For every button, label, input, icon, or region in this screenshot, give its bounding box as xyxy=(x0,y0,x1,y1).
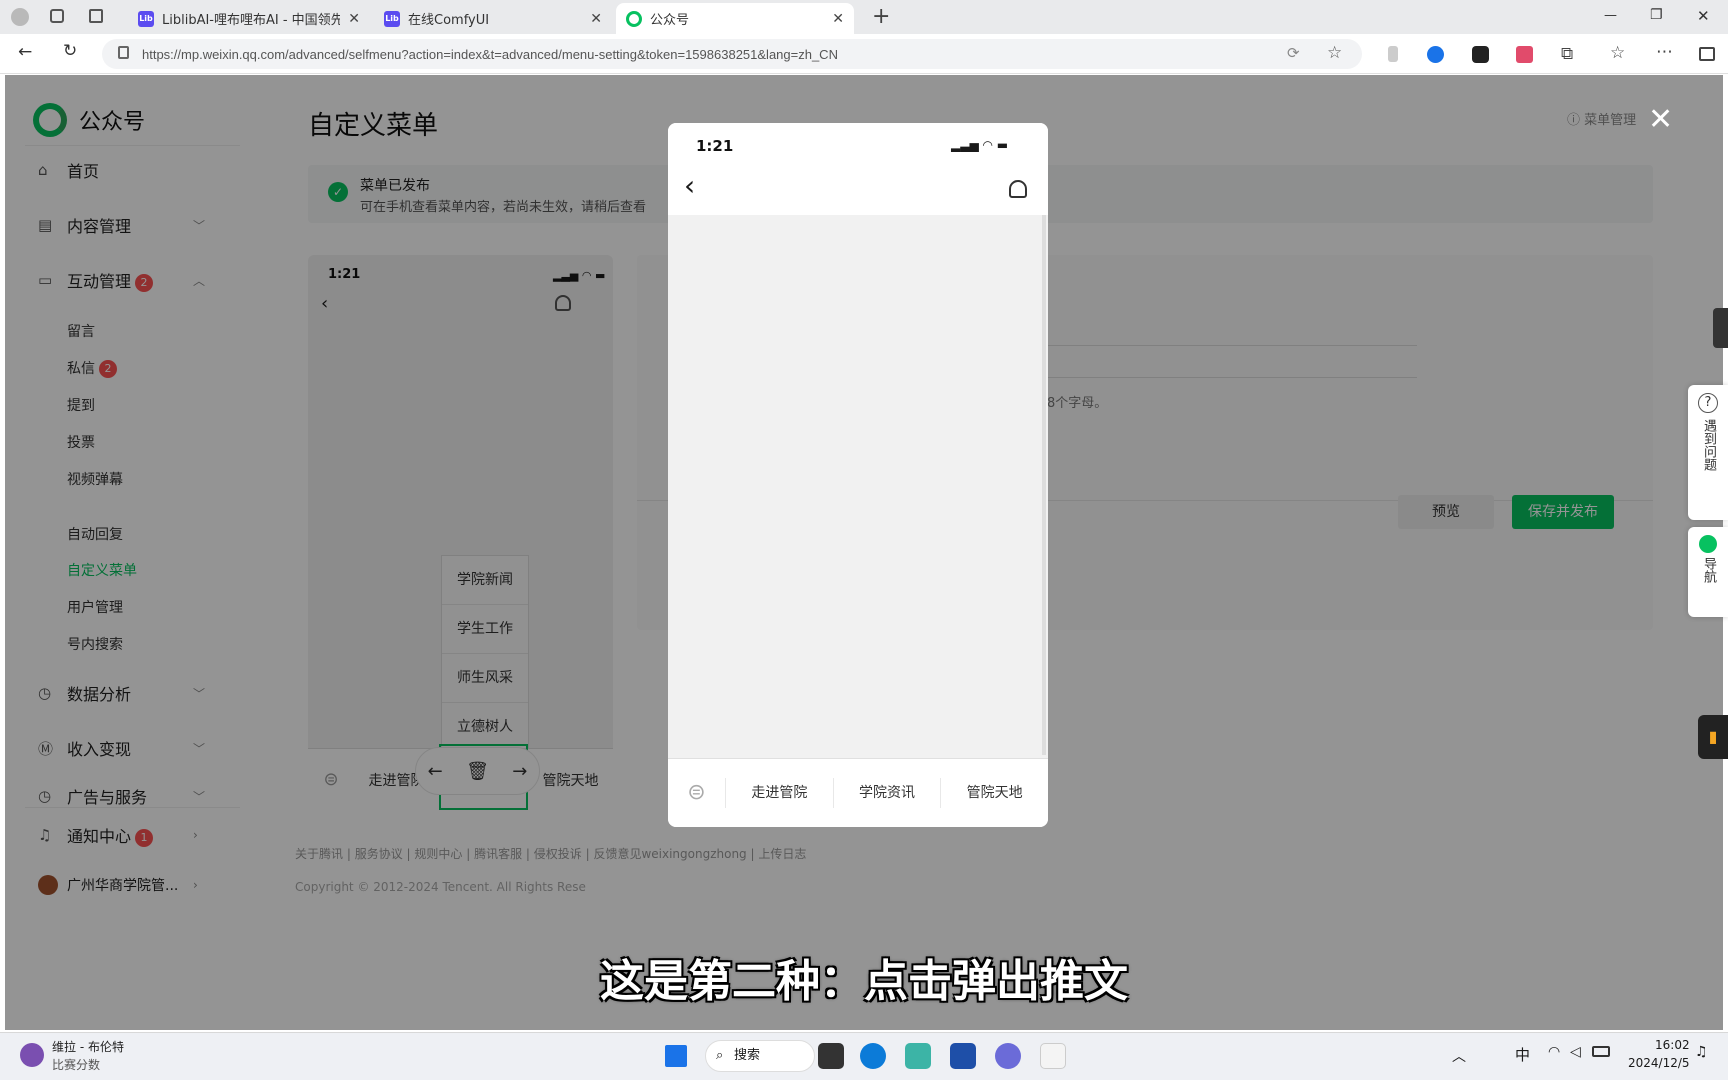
url-bar[interactable]: https://mp.weixin.qq.com/advanced/selfme… xyxy=(102,39,1362,69)
refresh-icon[interactable]: ↻ xyxy=(63,41,77,61)
extension-icon[interactable] xyxy=(1516,46,1533,63)
volume-icon[interactable]: ◁ xyxy=(1570,1044,1581,1060)
phone-preview-modal: 1:21 ▂▃▅ ◠ ▬ ‹ ⊜ 走进管院 学院资讯 管院天地 xyxy=(668,123,1048,827)
clock-date[interactable]: 2024/12/5 xyxy=(1628,1056,1690,1070)
store-icon[interactable] xyxy=(950,1043,976,1069)
extension-icon[interactable] xyxy=(1427,46,1444,63)
weather-line1[interactable]: 维拉 - 布伦特 xyxy=(52,1038,124,1055)
question-icon: ? xyxy=(1698,393,1718,413)
back-icon[interactable]: ← xyxy=(18,42,32,62)
menu-item[interactable]: 走进管院 xyxy=(726,778,834,808)
back-icon[interactable]: ‹ xyxy=(684,169,695,202)
nav-label: 导航 xyxy=(1701,557,1716,583)
menu-item[interactable]: 管院天地 xyxy=(941,778,1048,808)
tab-liblib[interactable]: Lib LiblibAI-哩布哩布AI - 中国领先的 ✕ xyxy=(128,3,370,34)
lock-icon[interactable] xyxy=(118,46,129,59)
phone-status-bar: 1:21 ▂▃▅ ◠ ▬ xyxy=(668,123,1048,163)
user-icon[interactable] xyxy=(1009,180,1027,198)
nav-widget[interactable]: 导航 xyxy=(1688,527,1728,617)
liblib-icon: Lib xyxy=(138,10,154,27)
notification-bell-icon[interactable]: ♫ xyxy=(1695,1044,1708,1060)
liblib-icon: Lib xyxy=(384,10,400,27)
search-icon: ⌕ xyxy=(716,1048,724,1063)
close-window-button[interactable]: ✕ xyxy=(1697,7,1710,25)
weather-icon[interactable] xyxy=(20,1043,44,1067)
menu-item[interactable]: 学院资讯 xyxy=(834,778,942,808)
help-label: 遇到问题 xyxy=(1701,419,1716,471)
start-icon[interactable] xyxy=(665,1045,687,1067)
phone-nav-bar: ‹ xyxy=(668,163,1048,215)
phone-menu-bar: ⊜ 走进管院 学院资讯 管院天地 xyxy=(668,758,1048,827)
edge-icon[interactable] xyxy=(860,1043,886,1069)
extension-icon[interactable] xyxy=(1472,46,1489,63)
restore-button[interactable]: ❐ xyxy=(1650,7,1663,23)
app-icon[interactable] xyxy=(905,1043,931,1069)
profile-icon[interactable] xyxy=(11,8,29,26)
tab-gongzhonghao[interactable]: 公众号 ✕ xyxy=(616,3,854,34)
tab-actions-icon[interactable] xyxy=(89,9,103,23)
close-icon[interactable]: ✕ xyxy=(348,11,360,27)
video-subtitle: 这是第二种：点击弹出推文 xyxy=(600,956,1128,1007)
tab-title: 在线ComfyUI xyxy=(408,13,490,28)
signal-icon: ▂▃▅ ◠ ▬ xyxy=(951,138,1009,152)
weather-line2: 比赛分数 xyxy=(52,1058,101,1072)
side-handle[interactable] xyxy=(1713,308,1728,348)
tab-comfyui[interactable]: Lib 在线ComfyUI ✕ xyxy=(374,3,612,34)
url-text: https://mp.weixin.qq.com/advanced/selfme… xyxy=(142,46,838,62)
translate-icon[interactable]: ⟳ xyxy=(1287,44,1300,62)
new-tab-button[interactable]: + xyxy=(872,4,890,29)
clock-time[interactable]: 16:02 xyxy=(1655,1038,1690,1052)
tray-chevron-icon[interactable]: ︿ xyxy=(1452,1046,1466,1066)
tab-strip: Lib LiblibAI-哩布哩布AI - 中国领先的 ✕ Lib 在线Comf… xyxy=(0,0,1728,34)
wechat-mp-icon xyxy=(626,10,642,27)
tab-title: 公众号 xyxy=(650,13,690,28)
app-icon[interactable] xyxy=(995,1043,1021,1069)
extension-icon[interactable] xyxy=(1388,46,1398,62)
phone-time: 1:21 xyxy=(696,137,734,155)
battery-icon[interactable] xyxy=(1592,1046,1610,1057)
close-icon[interactable]: ✕ xyxy=(1648,102,1673,137)
close-icon[interactable]: ✕ xyxy=(590,11,602,27)
workspaces-icon[interactable] xyxy=(50,9,64,23)
favorites-icon[interactable]: ☆ xyxy=(1610,43,1625,63)
assistant-widget[interactable]: ▮ xyxy=(1698,715,1728,759)
scrollbar[interactable] xyxy=(1042,215,1046,755)
ime-indicator[interactable]: 中 xyxy=(1515,1044,1530,1065)
favorite-star-icon[interactable]: ☆ xyxy=(1327,43,1342,63)
minimize-button[interactable]: — xyxy=(1604,8,1617,23)
help-widget[interactable]: ? 遇到问题 xyxy=(1688,385,1728,520)
app-icon[interactable] xyxy=(1040,1043,1066,1069)
tab-title: LiblibAI-哩布哩布AI - 中国领先的 xyxy=(162,13,341,28)
wifi-icon[interactable]: ◠ xyxy=(1548,1044,1560,1060)
sidebar-toggle-icon[interactable] xyxy=(1699,47,1715,61)
keyboard-icon[interactable]: ⊜ xyxy=(668,778,726,808)
more-icon[interactable]: ⋯ xyxy=(1656,42,1673,62)
file-explorer-icon[interactable] xyxy=(818,1043,844,1069)
close-icon[interactable]: ✕ xyxy=(832,11,844,27)
taskbar-search[interactable]: ⌕ 搜索 xyxy=(705,1040,815,1072)
nav-icon xyxy=(1699,535,1717,553)
puzzle-icon[interactable]: ⧉ xyxy=(1561,44,1573,64)
